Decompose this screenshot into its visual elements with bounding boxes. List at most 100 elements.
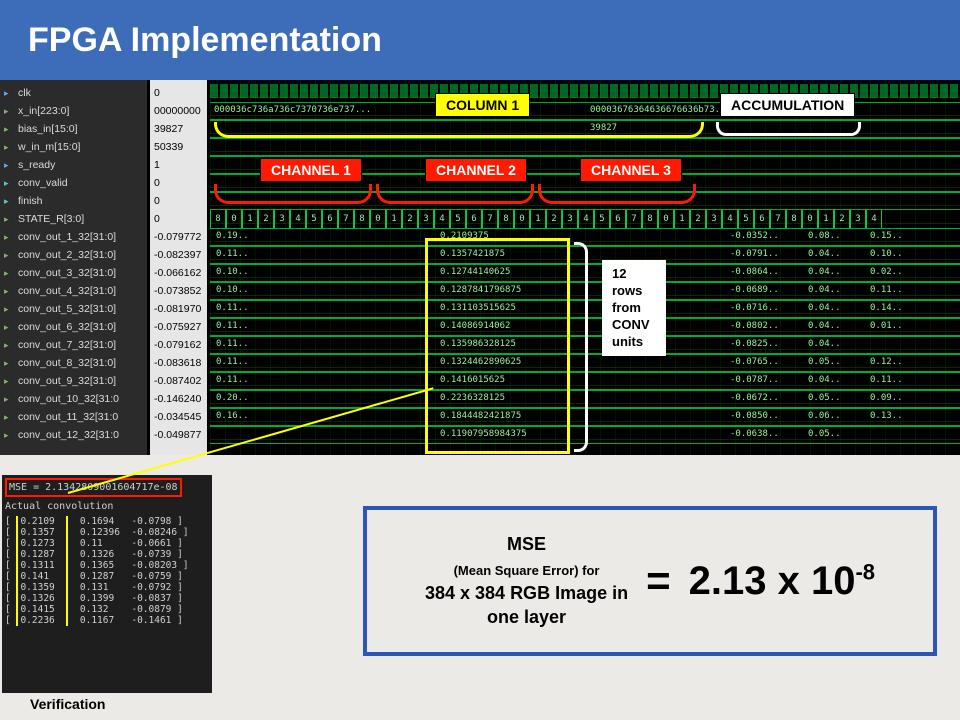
signal-name: ▸STATE_R[3:0] xyxy=(0,210,147,228)
verif-rest: 0.1694 -0.0798 ] xyxy=(68,516,182,527)
conv-r2-value: 0.05.. xyxy=(808,357,841,367)
conv-r1-value: -0.0850.. xyxy=(730,411,779,421)
signal-name-text: x_in[223:0] xyxy=(18,105,69,117)
signal-name: ▸conv_out_8_32[31:0] xyxy=(0,354,147,372)
signal-icon: ▸ xyxy=(4,268,14,278)
mse-l4: one layer xyxy=(487,607,566,627)
state-cell: 8 xyxy=(786,210,802,228)
signal-name-text: finish xyxy=(18,195,43,207)
state-cell: 5 xyxy=(594,210,610,228)
verif-col0: 0.1287 xyxy=(16,549,68,560)
signal-icon: ▸ xyxy=(4,88,14,98)
signal-name: ▸conv_out_9_32[31:0] xyxy=(0,372,147,390)
signal-name: ▸finish xyxy=(0,192,147,210)
conv-r3-value: 0.01.. xyxy=(870,321,903,331)
state-cell: 2 xyxy=(258,210,274,228)
state-cell: 1 xyxy=(818,210,834,228)
signal-name-text: conv_valid xyxy=(18,177,68,189)
state-cell: 4 xyxy=(722,210,738,228)
signal-icon: ▸ xyxy=(4,412,14,422)
verif-rest: 0.131 -0.0792 ] xyxy=(68,582,182,593)
verification-matrix: [ 0.2109 0.1694 -0.0798 ][ 0.1357 0.1239… xyxy=(5,516,209,626)
verification-row: [ 0.1311 0.1365 -0.08203 ] xyxy=(5,560,209,571)
verification-row: [ 0.1357 0.12396 -0.08246 ] xyxy=(5,527,209,538)
state-cell: 2 xyxy=(402,210,418,228)
state-cell: 1 xyxy=(674,210,690,228)
conv-r2-value: 0.08.. xyxy=(808,231,841,241)
verification-panel: MSE = 2.1342809001604717e-08 Actual conv… xyxy=(2,475,212,693)
signal-name: ▸conv_out_5_32[31:0] xyxy=(0,300,147,318)
conv-out-highlight xyxy=(425,238,570,454)
signal-name: ▸ conv_out_11_32[31:0 xyxy=(0,408,147,426)
signal-value: -0.087402 xyxy=(150,372,207,390)
signal-icon: ▸ xyxy=(4,430,14,440)
signal-value: -0.075927 xyxy=(150,318,207,336)
conv-r1-value: -0.0765.. xyxy=(730,357,779,367)
verif-bracket: [ xyxy=(5,582,16,593)
signal-name-text: s_ready xyxy=(18,159,55,171)
signal-value: 39827 xyxy=(150,120,207,138)
signal-icon: ▸ xyxy=(4,394,14,404)
signal-name-text: conv_out_12_32[31:0 xyxy=(18,429,119,441)
state-cell: 6 xyxy=(466,210,482,228)
state-cell: 1 xyxy=(242,210,258,228)
signal-icon: ▸ xyxy=(4,250,14,260)
state-cell: 8 xyxy=(642,210,658,228)
conv-left-value: 0.11.. xyxy=(216,357,249,367)
channel3-label: CHANNEL 3 xyxy=(580,158,682,182)
signal-name-text: conv_out_3_32[31:0] xyxy=(18,267,116,279)
state-cell: 4 xyxy=(578,210,594,228)
rows-note-l1: 12 xyxy=(612,266,656,283)
column1-bracket xyxy=(214,122,704,138)
conv-left-value: 0.20.. xyxy=(216,393,249,403)
signal-name: ▸ conv_out_3_32[31:0] xyxy=(0,264,147,282)
mse-value-base: 2.13 x 10 xyxy=(689,559,856,603)
conv-r3-value: 0.11.. xyxy=(870,285,903,295)
conv-r1-value: -0.0791.. xyxy=(730,249,779,259)
state-sequence: 8012345678012345678012345678012345678012… xyxy=(210,210,960,228)
rows-note-l2: rows xyxy=(612,283,656,300)
signal-value: 0 xyxy=(150,174,207,192)
conv-r2-value: 0.04.. xyxy=(808,267,841,277)
accumulation-bracket xyxy=(716,122,861,136)
verif-rest: 0.132 -0.0879 ] xyxy=(68,604,182,615)
signal-icon: ▸ xyxy=(4,106,14,116)
channel1-label: CHANNEL 1 xyxy=(260,158,362,182)
verif-rest: 0.1326 -0.0739 ] xyxy=(68,549,182,560)
wave-text: 00003676364636676636b73... xyxy=(590,105,731,115)
state-cell: 2 xyxy=(546,210,562,228)
state-cell: 5 xyxy=(306,210,322,228)
conv-r2-value: 0.04.. xyxy=(808,321,841,331)
conv-left-value: 0.10.. xyxy=(216,267,249,277)
conv-left-value: 0.11.. xyxy=(216,303,249,313)
state-cell: 4 xyxy=(290,210,306,228)
signal-name-text: bias_in[15:0] xyxy=(18,123,78,135)
signal-name: ▸conv_out_6_32[31:0] xyxy=(0,318,147,336)
verif-bracket: [ xyxy=(5,604,16,615)
signal-icon: ▸ xyxy=(4,376,14,386)
signal-value: 00000000 xyxy=(150,102,207,120)
conv-r1-value: -0.0689.. xyxy=(730,285,779,295)
state-cell: 6 xyxy=(754,210,770,228)
state-cell: 7 xyxy=(338,210,354,228)
signal-name: ▸w_in_m[15:0] xyxy=(0,138,147,156)
wave-text: 000036c736a736c7370736e737... xyxy=(214,105,371,115)
verification-row: [ 0.1273 0.11 -0.0661 ] xyxy=(5,538,209,549)
conv-r2-value: 0.05.. xyxy=(808,429,841,439)
signal-name: ▸conv_out_2_32[31:0] xyxy=(0,246,147,264)
conv-r1-value: -0.0825.. xyxy=(730,339,779,349)
channel1-bracket xyxy=(214,184,372,204)
rows-note-l5: units xyxy=(612,334,656,351)
verif-rest: 0.1365 -0.08203 ] xyxy=(68,560,188,571)
signal-name: ▸conv_out_7_32[31:0] xyxy=(0,336,147,354)
verif-bracket: [ xyxy=(5,527,16,538)
signal-value: 0 xyxy=(150,210,207,228)
verif-bracket: [ xyxy=(5,615,16,626)
verif-rest: 0.1399 -0.0837 ] xyxy=(68,593,182,604)
mse-printout: MSE = 2.1342809001604717e-08 xyxy=(5,478,182,497)
signal-icon: ▸ xyxy=(4,358,14,368)
state-cell: 2 xyxy=(690,210,706,228)
verification-row: [ 0.1415 0.132 -0.0879 ] xyxy=(5,604,209,615)
verif-col0: 0.1415 xyxy=(16,604,68,615)
signal-name-text: conv_out_11_32[31:0 xyxy=(18,411,118,423)
